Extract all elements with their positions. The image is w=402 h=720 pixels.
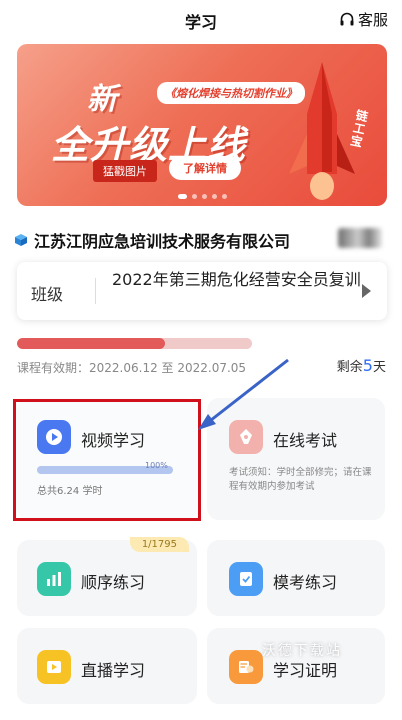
video-learning-card[interactable]: 视频学习 100% 总共6.24 学时 xyxy=(17,398,197,520)
pagination-dot[interactable] xyxy=(177,194,187,199)
customer-service-button[interactable]: 客服 xyxy=(339,9,388,30)
course-progress-fill xyxy=(17,338,166,349)
question-count-badge: 1/1795 xyxy=(129,537,189,552)
top-bar: 学习 客服 xyxy=(0,0,402,40)
live-play-icon xyxy=(37,650,71,684)
sequence-practice-card[interactable]: 1/1795 顺序练习 xyxy=(17,537,197,616)
bar-chart-icon xyxy=(37,562,71,596)
exam-notice: 考试须知：学时全部修完；请在课程有效期内参加考试 xyxy=(229,467,372,492)
banner-headline-top: 新 xyxy=(87,82,117,117)
checklist-icon xyxy=(229,562,263,596)
pagination-dot[interactable] xyxy=(201,194,207,199)
pagination-dot[interactable] xyxy=(191,194,197,199)
banner-pagination[interactable] xyxy=(17,194,387,199)
video-learning-label: 视频学习 xyxy=(81,431,146,450)
class-label: 班级 xyxy=(31,285,64,304)
study-certificate-label: 学习证明 xyxy=(273,661,338,680)
promo-banner[interactable]: 新 全升级上线 《熔化焊接与热切割作业》 猛戳图片 了解详情 链工宝 xyxy=(17,44,387,206)
chevron-right-icon xyxy=(362,284,371,298)
course-progress-bar xyxy=(17,338,252,349)
banner-details-button[interactable]: 了解详情 xyxy=(169,156,241,180)
video-progress-percent: 100% xyxy=(145,461,168,470)
remain-prefix: 剩余 xyxy=(336,360,363,375)
online-exam-card[interactable]: 在线考试 考试须知：学时全部修完；请在课程有效期内参加考试 xyxy=(207,398,385,520)
pagination-dot[interactable] xyxy=(221,194,227,199)
company-name: 江苏江阴应急培训技术服务有限公司 xyxy=(34,232,291,251)
redacted-area xyxy=(338,228,382,248)
class-selector[interactable]: 班级 2022年第三期危化经营安全员复训 xyxy=(17,262,387,320)
remain-days-number: 5 xyxy=(362,356,373,375)
remaining-days: 剩余5天 xyxy=(337,356,386,375)
course-validity: 课程有效期：2022.06.12 至 2022.07.05 xyxy=(17,361,247,375)
sequence-practice-label: 顺序练习 xyxy=(81,573,146,592)
online-exam-label: 在线考试 xyxy=(273,431,338,450)
certificate-icon xyxy=(229,650,263,684)
pagination-dot[interactable] xyxy=(211,194,217,199)
video-total-hours: 总共6.24 学时 xyxy=(37,486,103,497)
mock-exam-card[interactable]: 模考练习 xyxy=(207,540,385,616)
headset-icon xyxy=(340,12,354,25)
live-learning-label: 直播学习 xyxy=(81,661,146,680)
study-certificate-card[interactable]: 学习证明 xyxy=(207,628,385,704)
pen-icon xyxy=(229,420,263,454)
play-icon xyxy=(37,420,71,454)
banner-pics-button[interactable]: 猛戳图片 xyxy=(93,160,157,182)
divider xyxy=(95,278,96,304)
class-value: 2022年第三期危化经营安全员复训 xyxy=(112,270,361,289)
live-learning-card[interactable]: 直播学习 xyxy=(17,628,197,704)
customer-service-label: 客服 xyxy=(357,11,388,29)
cube-icon xyxy=(15,234,27,246)
company-row: 江苏江阴应急培训技术服务有限公司 xyxy=(14,228,290,252)
remain-suffix: 天 xyxy=(372,360,386,375)
mock-exam-label: 模考练习 xyxy=(273,573,338,592)
